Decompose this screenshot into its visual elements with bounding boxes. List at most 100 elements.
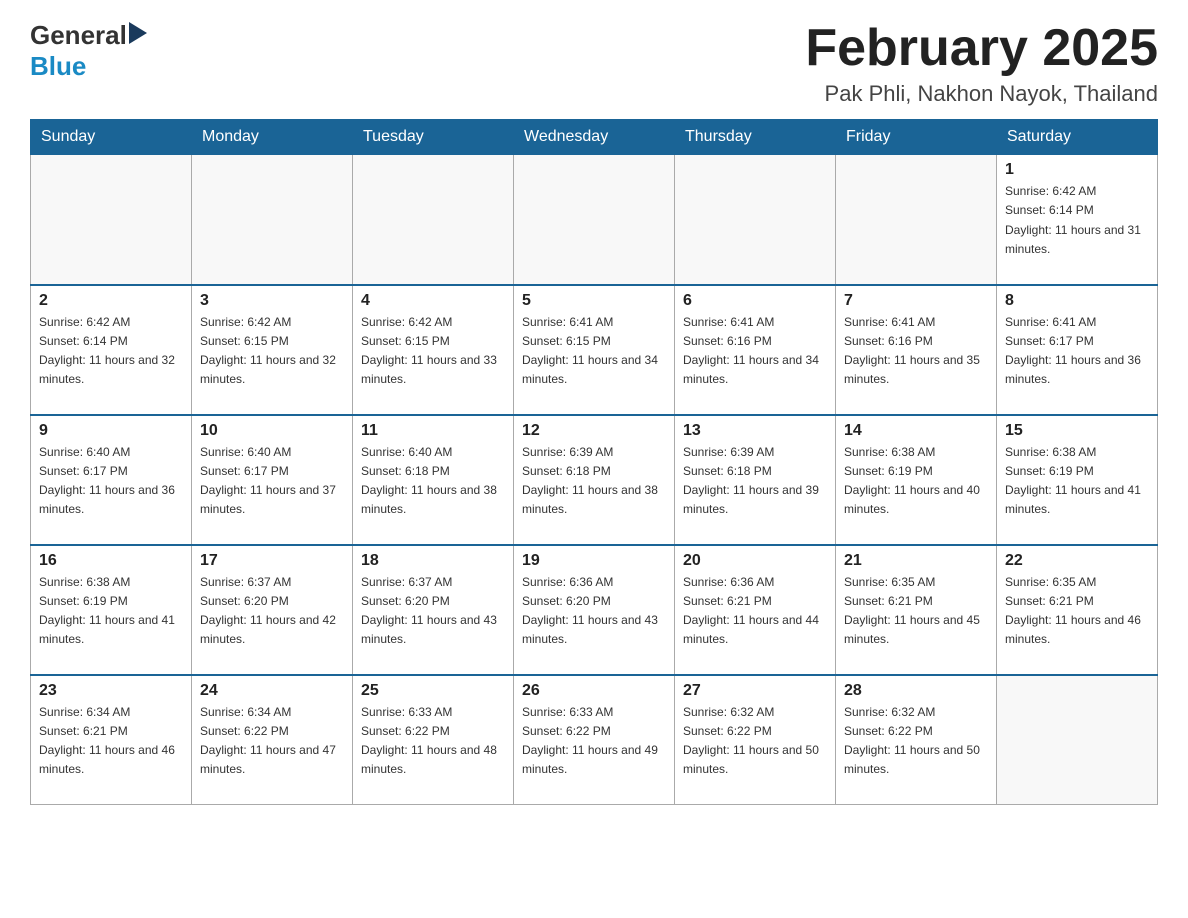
calendar-day-cell: 22 Sunrise: 6:35 AMSunset: 6:21 PMDayligh… — [997, 545, 1158, 675]
day-number: 3 — [200, 292, 344, 310]
day-sun-info: Sunrise: 6:41 AMSunset: 6:16 PMDaylight:… — [683, 313, 827, 390]
header-tuesday: Tuesday — [353, 120, 514, 155]
day-number: 6 — [683, 292, 827, 310]
day-sun-info: Sunrise: 6:41 AMSunset: 6:16 PMDaylight:… — [844, 313, 988, 390]
logo-blue-text: Blue — [30, 51, 86, 81]
calendar-week-5: 23 Sunrise: 6:34 AMSunset: 6:21 PMDayligh… — [31, 675, 1158, 805]
calendar-day-cell: 24 Sunrise: 6:34 AMSunset: 6:22 PMDayligh… — [192, 675, 353, 805]
calendar-day-cell — [514, 155, 675, 285]
day-number: 20 — [683, 552, 827, 570]
header-thursday: Thursday — [675, 120, 836, 155]
day-sun-info: Sunrise: 6:35 AMSunset: 6:21 PMDaylight:… — [844, 573, 988, 650]
day-number: 28 — [844, 682, 988, 700]
day-number: 23 — [39, 682, 183, 700]
day-number: 21 — [844, 552, 988, 570]
day-number: 13 — [683, 422, 827, 440]
month-title: February 2025 — [805, 20, 1158, 77]
day-number: 4 — [361, 292, 505, 310]
header-saturday: Saturday — [997, 120, 1158, 155]
day-sun-info: Sunrise: 6:34 AMSunset: 6:21 PMDaylight:… — [39, 703, 183, 780]
day-sun-info: Sunrise: 6:38 AMSunset: 6:19 PMDaylight:… — [39, 573, 183, 650]
day-sun-info: Sunrise: 6:33 AMSunset: 6:22 PMDaylight:… — [361, 703, 505, 780]
day-number: 25 — [361, 682, 505, 700]
calendar-day-cell: 10 Sunrise: 6:40 AMSunset: 6:17 PMDayligh… — [192, 415, 353, 545]
logo: General Blue — [30, 20, 147, 82]
day-sun-info: Sunrise: 6:38 AMSunset: 6:19 PMDaylight:… — [1005, 443, 1149, 520]
header-friday: Friday — [836, 120, 997, 155]
day-sun-info: Sunrise: 6:42 AMSunset: 6:14 PMDaylight:… — [39, 313, 183, 390]
day-number: 7 — [844, 292, 988, 310]
day-number: 5 — [522, 292, 666, 310]
calendar-day-cell: 3 Sunrise: 6:42 AMSunset: 6:15 PMDaylight… — [192, 285, 353, 415]
calendar-week-3: 9Sunrise: 6:40 AMSunset: 6:17 PMDaylight… — [31, 415, 1158, 545]
location-subtitle: Pak Phli, Nakhon Nayok, Thailand — [805, 81, 1158, 107]
day-number: 27 — [683, 682, 827, 700]
title-section: February 2025 Pak Phli, Nakhon Nayok, Th… — [805, 20, 1158, 107]
calendar-day-cell: 26 Sunrise: 6:33 AMSunset: 6:22 PMDayligh… — [514, 675, 675, 805]
weekday-header-row: Sunday Monday Tuesday Wednesday Thursday… — [31, 120, 1158, 155]
calendar-day-cell: 2 Sunrise: 6:42 AMSunset: 6:14 PMDaylight… — [31, 285, 192, 415]
calendar-day-cell: 16 Sunrise: 6:38 AMSunset: 6:19 PMDayligh… — [31, 545, 192, 675]
day-sun-info: Sunrise: 6:39 AMSunset: 6:18 PMDaylight:… — [683, 443, 827, 520]
day-number: 8 — [1005, 292, 1149, 310]
day-sun-info: Sunrise: 6:37 AMSunset: 6:20 PMDaylight:… — [361, 573, 505, 650]
calendar-day-cell: 1 Sunrise: 6:42 AMSunset: 6:14 PMDaylight… — [997, 155, 1158, 285]
page-header: General Blue February 2025 Pak Phli, Nak… — [30, 20, 1158, 107]
day-sun-info: Sunrise: 6:40 AMSunset: 6:17 PMDaylight:… — [39, 443, 183, 520]
day-sun-info: Sunrise: 6:42 AMSunset: 6:15 PMDaylight:… — [200, 313, 344, 390]
header-sunday: Sunday — [31, 120, 192, 155]
calendar-day-cell: 25 Sunrise: 6:33 AMSunset: 6:22 PMDayligh… — [353, 675, 514, 805]
day-sun-info: Sunrise: 6:39 AMSunset: 6:18 PMDaylight:… — [522, 443, 666, 520]
calendar-day-cell: 7 Sunrise: 6:41 AMSunset: 6:16 PMDaylight… — [836, 285, 997, 415]
logo-arrow-icon — [129, 22, 147, 49]
calendar-day-cell — [836, 155, 997, 285]
calendar-day-cell: 19 Sunrise: 6:36 AMSunset: 6:20 PMDayligh… — [514, 545, 675, 675]
calendar-day-cell: 27 Sunrise: 6:32 AMSunset: 6:22 PMDayligh… — [675, 675, 836, 805]
day-sun-info: Sunrise: 6:33 AMSunset: 6:22 PMDaylight:… — [522, 703, 666, 780]
calendar-week-4: 16 Sunrise: 6:38 AMSunset: 6:19 PMDayligh… — [31, 545, 1158, 675]
day-number: 18 — [361, 552, 505, 570]
calendar-day-cell: 14 Sunrise: 6:38 AMSunset: 6:19 PMDayligh… — [836, 415, 997, 545]
header-monday: Monday — [192, 120, 353, 155]
day-number: 1 — [1005, 161, 1149, 179]
day-number: 26 — [522, 682, 666, 700]
calendar-day-cell: 13 Sunrise: 6:39 AMSunset: 6:18 PMDayligh… — [675, 415, 836, 545]
day-number: 19 — [522, 552, 666, 570]
calendar-day-cell: 23 Sunrise: 6:34 AMSunset: 6:21 PMDayligh… — [31, 675, 192, 805]
day-number: 24 — [200, 682, 344, 700]
day-sun-info: Sunrise: 6:36 AMSunset: 6:21 PMDaylight:… — [683, 573, 827, 650]
calendar-day-cell: 20 Sunrise: 6:36 AMSunset: 6:21 PMDayligh… — [675, 545, 836, 675]
calendar-day-cell: 28 Sunrise: 6:32 AMSunset: 6:22 PMDayligh… — [836, 675, 997, 805]
calendar-day-cell — [31, 155, 192, 285]
header-wednesday: Wednesday — [514, 120, 675, 155]
day-number: 11 — [361, 422, 505, 440]
calendar-day-cell: 4Sunrise: 6:42 AMSunset: 6:15 PMDaylight… — [353, 285, 514, 415]
logo-general-text: General — [30, 20, 127, 51]
calendar-day-cell: 9Sunrise: 6:40 AMSunset: 6:17 PMDaylight… — [31, 415, 192, 545]
day-sun-info: Sunrise: 6:36 AMSunset: 6:20 PMDaylight:… — [522, 573, 666, 650]
calendar-day-cell: 12Sunrise: 6:39 AMSunset: 6:18 PMDayligh… — [514, 415, 675, 545]
calendar-day-cell: 8 Sunrise: 6:41 AMSunset: 6:17 PMDaylight… — [997, 285, 1158, 415]
calendar-table: Sunday Monday Tuesday Wednesday Thursday… — [30, 119, 1158, 805]
day-number: 22 — [1005, 552, 1149, 570]
calendar-day-cell: 11Sunrise: 6:40 AMSunset: 6:18 PMDayligh… — [353, 415, 514, 545]
day-number: 16 — [39, 552, 183, 570]
day-sun-info: Sunrise: 6:41 AMSunset: 6:17 PMDaylight:… — [1005, 313, 1149, 390]
calendar-day-cell: 17Sunrise: 6:37 AMSunset: 6:20 PMDayligh… — [192, 545, 353, 675]
day-number: 14 — [844, 422, 988, 440]
day-number: 2 — [39, 292, 183, 310]
calendar-day-cell: 18 Sunrise: 6:37 AMSunset: 6:20 PMDayligh… — [353, 545, 514, 675]
day-sun-info: Sunrise: 6:32 AMSunset: 6:22 PMDaylight:… — [844, 703, 988, 780]
day-sun-info: Sunrise: 6:34 AMSunset: 6:22 PMDaylight:… — [200, 703, 344, 780]
day-sun-info: Sunrise: 6:42 AMSunset: 6:14 PMDaylight:… — [1005, 182, 1149, 259]
day-number: 10 — [200, 422, 344, 440]
calendar-day-cell: 15Sunrise: 6:38 AMSunset: 6:19 PMDayligh… — [997, 415, 1158, 545]
calendar-week-2: 2 Sunrise: 6:42 AMSunset: 6:14 PMDaylight… — [31, 285, 1158, 415]
day-sun-info: Sunrise: 6:35 AMSunset: 6:21 PMDaylight:… — [1005, 573, 1149, 650]
day-sun-info: Sunrise: 6:41 AMSunset: 6:15 PMDaylight:… — [522, 313, 666, 390]
day-sun-info: Sunrise: 6:38 AMSunset: 6:19 PMDaylight:… — [844, 443, 988, 520]
day-sun-info: Sunrise: 6:32 AMSunset: 6:22 PMDaylight:… — [683, 703, 827, 780]
calendar-day-cell — [353, 155, 514, 285]
day-sun-info: Sunrise: 6:40 AMSunset: 6:17 PMDaylight:… — [200, 443, 344, 520]
day-number: 17 — [200, 552, 344, 570]
